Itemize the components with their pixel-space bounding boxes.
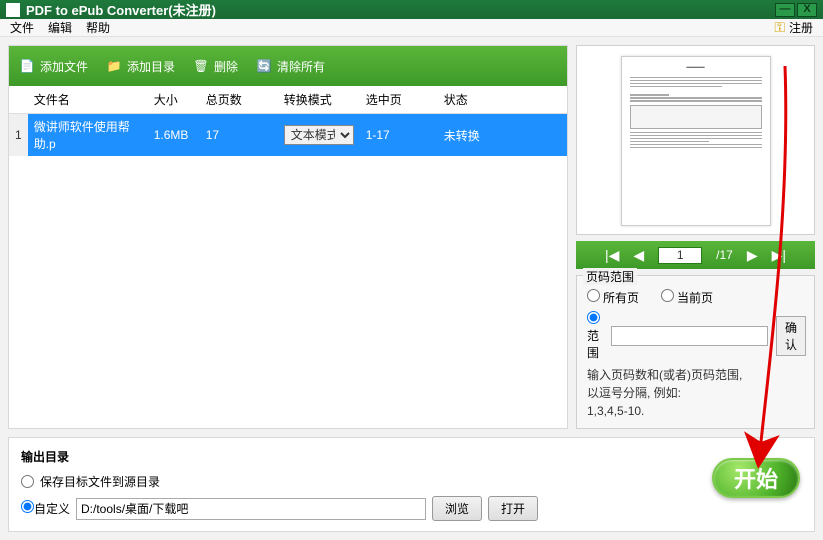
- range-legend: 页码范围: [583, 268, 637, 285]
- page-range-panel: 页码范围 所有页 当前页 范围 确认 输入页码数和(或者)页码范围, 以逗号分隔…: [576, 275, 815, 429]
- cell-name: 微讲师软件使用帮助.p: [28, 114, 148, 157]
- range-ok-button[interactable]: 确认: [776, 316, 806, 356]
- radio-same-dir[interactable]: 保存目标文件到源目录: [21, 473, 802, 490]
- key-icon: ⚿: [774, 19, 785, 36]
- titlebar: PDF to ePub Converter(未注册) — X: [0, 0, 823, 19]
- document-thumbnail: ━━━━━━: [621, 56, 771, 226]
- add-file-button[interactable]: 📄 添加文件: [19, 58, 88, 75]
- prev-page-button[interactable]: ◀: [633, 247, 644, 264]
- menu-file[interactable]: 文件: [10, 19, 34, 36]
- radio-custom-dir[interactable]: 自定义: [21, 500, 70, 517]
- radio-all-pages[interactable]: 所有页: [587, 289, 639, 306]
- start-button[interactable]: 开始: [712, 458, 800, 498]
- col-pages[interactable]: 总页数: [200, 86, 278, 114]
- first-page-button[interactable]: |◀: [605, 247, 619, 264]
- col-idx: [9, 86, 28, 114]
- page-input[interactable]: [658, 247, 702, 264]
- menu-edit[interactable]: 编辑: [48, 19, 72, 36]
- browse-button[interactable]: 浏览: [432, 496, 482, 521]
- range-hint: 输入页码数和(或者)页码范围, 以逗号分隔, 例如: 1,3,4,5-10.: [587, 366, 804, 420]
- add-folder-button[interactable]: 📁 添加目录: [106, 58, 175, 75]
- delete-button[interactable]: 🗑 删除: [193, 58, 238, 75]
- cell-status: 未转换: [438, 114, 567, 157]
- register-label: 注册: [789, 19, 813, 36]
- range-input[interactable]: [611, 326, 768, 346]
- radio-range[interactable]: 范围: [587, 311, 603, 361]
- clear-all-button[interactable]: 🔄 清除所有: [256, 58, 325, 75]
- close-button[interactable]: X: [797, 3, 817, 17]
- col-size[interactable]: 大小: [148, 86, 200, 114]
- page-total: /17: [716, 248, 733, 262]
- cell-mode: 文本模式: [278, 114, 360, 157]
- next-page-button[interactable]: ▶: [747, 247, 758, 264]
- app-icon: [6, 3, 20, 17]
- folder-add-icon: 📁: [106, 58, 122, 74]
- preview-panel: ━━━━━━: [576, 45, 815, 235]
- cell-pages: 17: [200, 114, 278, 157]
- toolbar: 📄 添加文件 📁 添加目录 🗑 删除 🔄 清除所有: [9, 46, 567, 86]
- cell-selpages: 1-17: [360, 114, 438, 157]
- page-navigator: |◀ ◀ /17 ▶ ▶|: [576, 241, 815, 269]
- window-title: PDF to ePub Converter(未注册): [26, 0, 773, 19]
- output-path-input[interactable]: [76, 498, 426, 520]
- row-index: 1: [9, 114, 28, 157]
- col-name[interactable]: 文件名: [28, 86, 148, 114]
- cell-size: 1.6MB: [148, 114, 200, 157]
- menubar: 文件 编辑 帮助 ⚿ 注册: [0, 19, 823, 37]
- delete-icon: 🗑: [193, 58, 209, 74]
- file-list-panel: 📄 添加文件 📁 添加目录 🗑 删除 🔄 清除所有: [8, 45, 568, 429]
- col-status[interactable]: 状态: [438, 86, 567, 114]
- register-link[interactable]: ⚿ 注册: [774, 19, 813, 36]
- last-page-button[interactable]: ▶|: [772, 247, 786, 264]
- col-mode[interactable]: 转换模式: [278, 86, 360, 114]
- menu-help[interactable]: 帮助: [86, 19, 110, 36]
- radio-current-page[interactable]: 当前页: [661, 289, 713, 306]
- clear-icon: 🔄: [256, 58, 272, 74]
- open-button[interactable]: 打开: [488, 496, 538, 521]
- table-row[interactable]: 1 微讲师软件使用帮助.p 1.6MB 17 文本模式 1-17: [9, 114, 567, 157]
- file-table: 文件名 大小 总页数 转换模式 选中页 状态 1 微讲师软件使用: [9, 86, 567, 156]
- mode-select[interactable]: 文本模式: [284, 125, 354, 145]
- col-selpages[interactable]: 选中页: [360, 86, 438, 114]
- output-panel: 输出目录 保存目标文件到源目录 自定义 浏览 打开 开始: [8, 437, 815, 532]
- minimize-button[interactable]: —: [775, 3, 795, 17]
- output-title: 输出目录: [21, 448, 802, 465]
- file-add-icon: 📄: [19, 58, 35, 74]
